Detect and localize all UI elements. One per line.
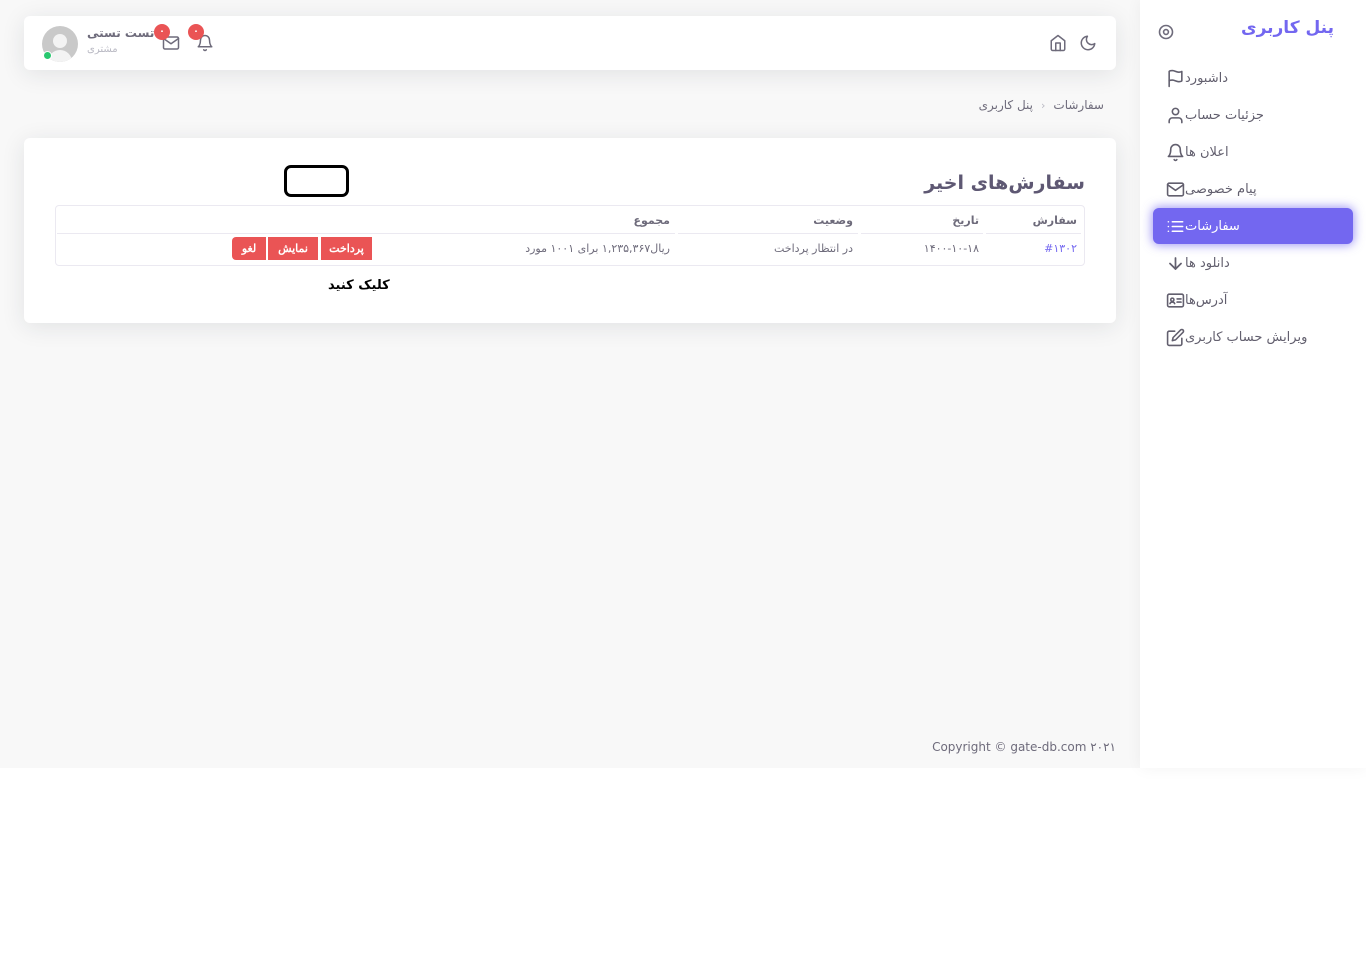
order-status: در انتظار پرداخت bbox=[773, 242, 853, 255]
sidebar-item-edit-account[interactable]: ویرایش حساب کاربری bbox=[1153, 319, 1353, 355]
online-status-dot bbox=[43, 51, 52, 60]
footer-copyright: Copyright © gate-db.com ۲۰۲۱ bbox=[932, 740, 1116, 754]
order-number-link[interactable]: #۱۳۰۲ bbox=[1044, 242, 1077, 255]
home-icon[interactable] bbox=[1049, 34, 1067, 52]
column-header-order: سفارش bbox=[1032, 214, 1077, 227]
arrow-down-icon bbox=[1165, 253, 1185, 273]
breadcrumb-root-link[interactable]: پنل کاربری bbox=[979, 98, 1033, 112]
user-role: مشتری bbox=[87, 44, 118, 55]
mail-icon bbox=[1165, 179, 1185, 199]
column-header-date: تاریخ bbox=[952, 214, 979, 227]
sidebar-item-label: سفارشات bbox=[1185, 218, 1240, 234]
flag-icon bbox=[1165, 68, 1185, 88]
sidebar-item-label: جزئیات حساب bbox=[1185, 107, 1264, 123]
sidebar-item-dashboard[interactable]: داشبورد bbox=[1153, 60, 1353, 96]
sidebar-item-label: اعلان ها bbox=[1185, 144, 1229, 160]
column-header-total: مجموع bbox=[633, 214, 670, 227]
order-date: ۱۴۰۰-۱۰-۱۸ bbox=[923, 242, 979, 255]
app-shell: پنل کاربری داشبورد جزئیات حساب اعلان ها … bbox=[0, 0, 1366, 768]
sidebar-item-orders[interactable]: سفارشات bbox=[1153, 208, 1353, 244]
edit-icon bbox=[1165, 327, 1185, 347]
orders-table: سفارش تاریخ وضعیت مجموع #۱۳۰۲ ۱۴۰۰-۱۰-۱۸… bbox=[55, 205, 1085, 266]
sidebar-item-label: دانلود ها bbox=[1185, 255, 1230, 271]
pay-button[interactable]: پرداخت bbox=[321, 237, 372, 260]
user-icon bbox=[1165, 105, 1185, 125]
list-icon bbox=[1165, 216, 1185, 236]
order-total: ریال۱,۲۳۵,۳۶۷ برای ۱۰۰۱ مورد bbox=[525, 242, 670, 255]
card-title: سفارش‌های اخیر bbox=[924, 172, 1085, 194]
breadcrumb: پنل کاربری ‹ سفارشات bbox=[979, 98, 1104, 112]
sidebar-item-notifications[interactable]: اعلان ها bbox=[1153, 134, 1353, 170]
brand-title[interactable]: پنل کاربری bbox=[1241, 18, 1334, 38]
chevron-left-icon: ‹ bbox=[1041, 98, 1046, 112]
sidebar-item-label: آدرس‌ها bbox=[1185, 292, 1228, 308]
column-header-status: وضعیت bbox=[813, 214, 853, 227]
mail-count-badge: ۰ bbox=[154, 24, 170, 40]
sidebar-item-private-messages[interactable]: پیام خصوصی bbox=[1153, 171, 1353, 207]
sidebar-item-downloads[interactable]: دانلود ها bbox=[1153, 245, 1353, 281]
sidebar-item-account-details[interactable]: جزئیات حساب bbox=[1153, 97, 1353, 133]
sidebar: پنل کاربری داشبورد جزئیات حساب اعلان ها … bbox=[1140, 0, 1366, 768]
notification-count-badge: ۰ bbox=[188, 24, 204, 40]
sidebar-menu: داشبورد جزئیات حساب اعلان ها پیام خصوصی bbox=[1153, 60, 1353, 356]
sidebar-item-label: داشبورد bbox=[1185, 70, 1228, 86]
sidebar-item-label: پیام خصوصی bbox=[1185, 181, 1257, 197]
top-navbar: ۰ ۰ تست تستی مشتری bbox=[24, 16, 1116, 70]
address-card-icon bbox=[1165, 290, 1185, 310]
collapse-toggle-icon[interactable] bbox=[1158, 24, 1174, 40]
click-hint-label: کلیک کنید bbox=[328, 278, 390, 293]
bell-icon bbox=[1165, 142, 1185, 162]
moon-icon[interactable] bbox=[1079, 34, 1097, 52]
cancel-button[interactable]: لغو bbox=[232, 237, 266, 260]
recent-orders-card: سفارش‌های اخیر سفارش تاریخ وضعیت مجموع #… bbox=[24, 138, 1116, 323]
breadcrumb-current: سفارشات bbox=[1053, 98, 1104, 112]
user-name[interactable]: تست تستی bbox=[87, 26, 154, 40]
pay-button-highlight bbox=[284, 165, 349, 197]
sidebar-item-label: ویرایش حساب کاربری bbox=[1185, 329, 1308, 345]
view-button[interactable]: نمایش bbox=[268, 237, 318, 260]
sidebar-item-addresses[interactable]: آدرس‌ها bbox=[1153, 282, 1353, 318]
